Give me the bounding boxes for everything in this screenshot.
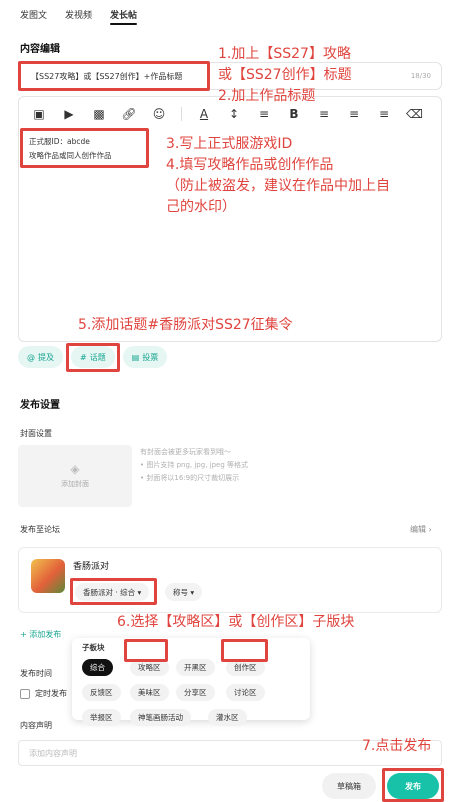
image-icon[interactable]: ▣: [31, 107, 47, 121]
gamepad-icon[interactable]: ▩: [91, 107, 107, 121]
subboard-share[interactable]: 分享区: [176, 684, 215, 701]
forum-label: 发布至论坛: [20, 525, 60, 534]
annotation-box-publish: [382, 768, 444, 802]
link-icon[interactable]: 🔗︎: [121, 107, 137, 121]
publish-time-label: 发布时间: [20, 669, 52, 678]
annotation-7: 7.点击发布: [362, 738, 432, 754]
clear-format-icon[interactable]: ⌫: [406, 107, 423, 121]
draft-button[interactable]: 草稿箱: [322, 773, 376, 799]
scheduled-publish-option[interactable]: 定时发布: [20, 688, 67, 699]
subboard-popup: 子板块 综合 攻略区 开黑区 创作区 反馈区 美味区 分享区 讨论区 举报区 神…: [72, 638, 310, 726]
at-icon: @: [27, 352, 35, 362]
layers-icon: ◈: [70, 462, 80, 476]
forum-name: 香肠派对: [73, 562, 110, 572]
subboard-food[interactable]: 美味区: [130, 684, 169, 701]
content-section-title: 内容编辑: [20, 44, 60, 55]
annotation-6: 6.选择【攻略区】或【创作区】子版块: [117, 614, 355, 630]
vote-icon: ▤: [131, 352, 140, 362]
mention-chip[interactable]: @ 提及: [18, 346, 63, 368]
vote-chip[interactable]: ▤ 投票: [122, 346, 168, 368]
tab-video[interactable]: 发视频: [65, 8, 92, 21]
list-icon[interactable]: ≡: [346, 107, 362, 121]
annotation-box-content: [20, 128, 149, 168]
heading-icon[interactable]: ≡: [256, 107, 272, 121]
font-size-icon[interactable]: ↕: [226, 107, 242, 121]
cover-label: 封面设置: [20, 429, 52, 438]
subboard-chat[interactable]: 灌水区: [208, 709, 247, 726]
title-select[interactable]: 称号 ▾: [165, 583, 203, 601]
annotation-3-4: 3.写上正式服游戏ID 4.填写攻略作品或创作作品 （防止被盗发，建议在作品中加…: [166, 136, 390, 215]
annotation-box-title: [18, 61, 210, 91]
annotation-box-topic: [66, 343, 120, 372]
tab-long-post[interactable]: 发长帖: [110, 8, 138, 25]
add-cover-label: 添加封面: [61, 480, 89, 488]
annotation-5: 5.添加话题#香肠派对SS27征集令: [78, 317, 293, 333]
emoji-icon[interactable]: ☺: [151, 107, 167, 121]
font-color-icon[interactable]: A: [196, 107, 212, 121]
cover-notes: 有封面会被更多玩家看到哦～ • 图片支持 png, jpg, jpeg 等格式 …: [140, 446, 248, 485]
subboard-label: 子板块: [82, 643, 105, 652]
subboard-drawing-event[interactable]: 神笔画肠活动: [130, 709, 191, 726]
cover-note-3: • 封面将以16:9的尺寸裁切展示: [140, 474, 240, 482]
game-avatar: [31, 559, 65, 593]
subboard-feedback[interactable]: 反馈区: [82, 684, 121, 701]
annotation-box-creation: [221, 639, 268, 662]
annotation-box-guide: [124, 639, 168, 662]
schedule-checkbox[interactable]: [20, 688, 30, 699]
forum-edit-link[interactable]: 编辑 ›: [410, 524, 432, 535]
title-counter: 18/30: [410, 72, 431, 80]
declaration-label: 内容声明: [20, 721, 52, 730]
indent-icon[interactable]: ≡: [376, 107, 392, 121]
video-icon[interactable]: ▶: [61, 107, 77, 121]
scheduled-publish-label: 定时发布: [35, 689, 67, 698]
toolbar-divider: [181, 107, 182, 121]
mention-chip-label: 提及: [38, 352, 54, 362]
annotation-1: 1.加上【SS27】攻略 或【SS27创作】标题 2.加上作品标题: [218, 46, 352, 104]
post-type-tabs: 发图文 发视频 发长帖: [20, 8, 138, 25]
cover-note-1: 有封面会被更多玩家看到哦～: [140, 448, 231, 456]
cover-note-2: • 图片支持 png, jpg, jpeg 等格式: [140, 461, 249, 469]
subboard-team-up[interactable]: 开黑区: [176, 659, 215, 676]
align-icon[interactable]: ≡: [316, 107, 332, 121]
publish-section-title: 发布设置: [20, 400, 60, 411]
annotation-box-board: [70, 578, 157, 605]
subboard-report[interactable]: 举报区: [82, 709, 121, 726]
cover-upload[interactable]: ◈ 添加封面: [18, 445, 132, 507]
subboard-general[interactable]: 综合: [82, 659, 113, 676]
vote-chip-label: 投票: [142, 352, 159, 362]
subboard-discussion[interactable]: 讨论区: [226, 684, 265, 701]
bold-icon[interactable]: B: [286, 107, 302, 121]
tab-image-text[interactable]: 发图文: [20, 8, 47, 21]
add-publish-button[interactable]: + 添加发布: [20, 629, 61, 640]
